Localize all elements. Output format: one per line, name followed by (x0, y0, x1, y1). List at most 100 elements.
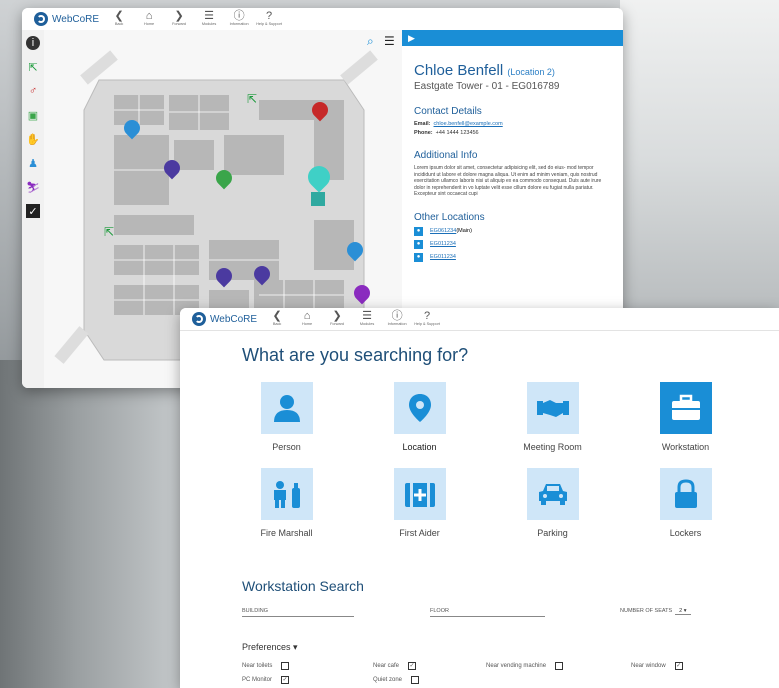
tile-icon-box (260, 468, 313, 520)
checkbox[interactable] (411, 676, 420, 684)
info-icon[interactable]: i (26, 36, 40, 50)
checkbox-icon[interactable]: ✓ (26, 204, 40, 218)
option-near-vending[interactable]: Near vending machine (486, 662, 564, 670)
tile-meeting-room[interactable]: Meeting Room (486, 382, 619, 452)
option-pc-monitor[interactable]: PC Monitor ✓ (242, 676, 290, 684)
email-link[interactable]: chloe.benfell@example.com (434, 121, 503, 127)
location-pin-icon: ● (414, 226, 423, 236)
back-button[interactable]: ❮ Back (265, 311, 289, 327)
modules-button[interactable]: ☰ Modules (197, 11, 221, 27)
forward-icon: ❯ (332, 310, 342, 322)
nav-label: Home (143, 22, 155, 26)
tile-first-aider[interactable]: First Aider (353, 468, 486, 538)
location-link[interactable]: EG011234 (430, 254, 456, 260)
modules-button[interactable]: ☰ Modules (355, 311, 379, 327)
tile-icon-box (260, 382, 313, 434)
search-title: What are you searching for? (242, 345, 469, 365)
nav-label: Modules (359, 322, 375, 326)
option-near-toilets[interactable]: Near toilets (242, 662, 290, 670)
option-near-cafe[interactable]: Near cafe ✓ (373, 662, 417, 670)
tile-location[interactable]: Location (353, 382, 486, 452)
info-text: Lorem ipsum dolor sit amet, consectetur … (414, 165, 602, 197)
nav-label: Information (387, 322, 407, 326)
checkbox[interactable]: ✓ (674, 662, 683, 670)
handshake-icon (536, 400, 569, 417)
toilet-icon[interactable]: ♂ (26, 84, 40, 98)
info-icon: ⓘ (391, 310, 403, 322)
top-bar: WebCoRE ❮ Back ⌂ Home ❯ Forward ☰ Modules ⓘ I… (22, 8, 623, 31)
search-icon[interactable]: ⌕ (367, 34, 374, 49)
option-near-window[interactable]: Near window ✓ (631, 662, 683, 670)
tile-label: Parking (537, 528, 568, 538)
help-icon: ? (266, 10, 273, 22)
seats-select[interactable]: 2 ▾ (675, 608, 691, 615)
tile-person[interactable]: Person (220, 382, 353, 452)
location-suffix: (Main) (456, 228, 472, 234)
seats-label: NUMBER OF SEATS (620, 608, 673, 614)
back-icon: ❮ (272, 310, 282, 322)
tile-workstation[interactable]: Workstation (619, 382, 752, 452)
location-item[interactable]: ● EG011234 (414, 239, 623, 249)
tile-fire-marshall[interactable]: Fire Marshall (220, 468, 353, 538)
tile-icon-box (659, 468, 712, 520)
checkbox[interactable] (555, 662, 564, 670)
email-label: Email: (414, 121, 431, 127)
checkbox[interactable] (281, 662, 290, 670)
first-aid-icon[interactable]: ▣ (26, 108, 40, 122)
nav-label: Information (229, 22, 249, 26)
search-categories: Person Location Meeting Room Workstation… (220, 382, 760, 538)
webcore-logo-icon (34, 12, 48, 26)
checkbox[interactable]: ✓ (408, 662, 417, 670)
tile-parking[interactable]: Parking (486, 468, 619, 538)
phone-value: +44 1444 123456 (435, 130, 479, 136)
tile-label: Meeting Room (523, 442, 582, 452)
forward-icon: ❯ (174, 10, 184, 22)
information-button[interactable]: ⓘ Information (385, 311, 409, 327)
nav-label: Help & Support (414, 322, 440, 326)
floor-select[interactable]: FLOOR (430, 608, 545, 617)
top-bar: WebCoRE ❮ Back ⌂ Home ❯ Forward ☰ Modules ⓘ I… (180, 308, 779, 331)
option-quiet-zone[interactable]: Quiet zone (373, 676, 420, 684)
location-tag: (Location 2) (507, 67, 555, 77)
location-pin-icon (408, 394, 431, 422)
back-button[interactable]: ❮ Back (107, 11, 131, 27)
information-button[interactable]: ⓘ Information (227, 11, 251, 27)
help-icon: ? (424, 310, 431, 322)
menu-icon[interactable]: ☰ (384, 34, 395, 48)
exit-icon[interactable]: ⇱ (26, 60, 40, 74)
person-name: Chloe Benfell (Location 2) (414, 62, 623, 79)
help-button[interactable]: ? Help & Support (414, 310, 440, 327)
preferences-toggle[interactable]: Preferences ▾ (242, 642, 298, 653)
location-item[interactable]: ● EG061234 (Main) (414, 226, 623, 236)
help-button[interactable]: ? Help & Support (256, 10, 282, 27)
option-label: Quiet zone (373, 677, 403, 683)
location-link[interactable]: EG011234 (430, 241, 456, 247)
back-icon: ❮ (114, 10, 124, 22)
location-link[interactable]: EG061234 (430, 228, 456, 234)
nav-label: Back (114, 22, 124, 26)
nav-label: Modules (201, 22, 217, 26)
tile-label: Person (272, 442, 301, 452)
tile-icon-box (659, 382, 712, 434)
home-button[interactable]: ⌂ Home (295, 311, 319, 327)
collapse-arrow-icon[interactable]: ▶ (408, 33, 415, 43)
checkbox[interactable]: ✓ (281, 676, 290, 684)
option-label: Near window (631, 663, 666, 669)
panel-toggle[interactable]: ▶ (402, 30, 623, 46)
location-item[interactable]: ● EG011234 (414, 252, 623, 262)
exit-icon: ⇱ (247, 92, 258, 106)
webcore-logo-icon (192, 312, 206, 326)
forward-button[interactable]: ❯ Forward (325, 311, 349, 327)
tile-lockers[interactable]: Lockers (619, 468, 752, 538)
option-label: Near toilets (242, 663, 273, 669)
building-select[interactable]: BUILDING (242, 608, 354, 617)
nav-label: Forward (172, 22, 187, 26)
home-button[interactable]: ⌂ Home (137, 11, 161, 27)
forward-button[interactable]: ❯ Forward (167, 11, 191, 27)
tile-label: Lockers (669, 528, 702, 538)
people-icon[interactable]: ♟ (26, 156, 40, 170)
nav-bar: ❮ Back ⌂ Home ❯ Forward ☰ Modules ⓘ Informati… (107, 11, 281, 27)
menu-icon: ☰ (204, 10, 214, 22)
meeting-icon[interactable]: ✋ (26, 132, 40, 146)
stairs-icon[interactable]: ⛷ (26, 180, 40, 194)
